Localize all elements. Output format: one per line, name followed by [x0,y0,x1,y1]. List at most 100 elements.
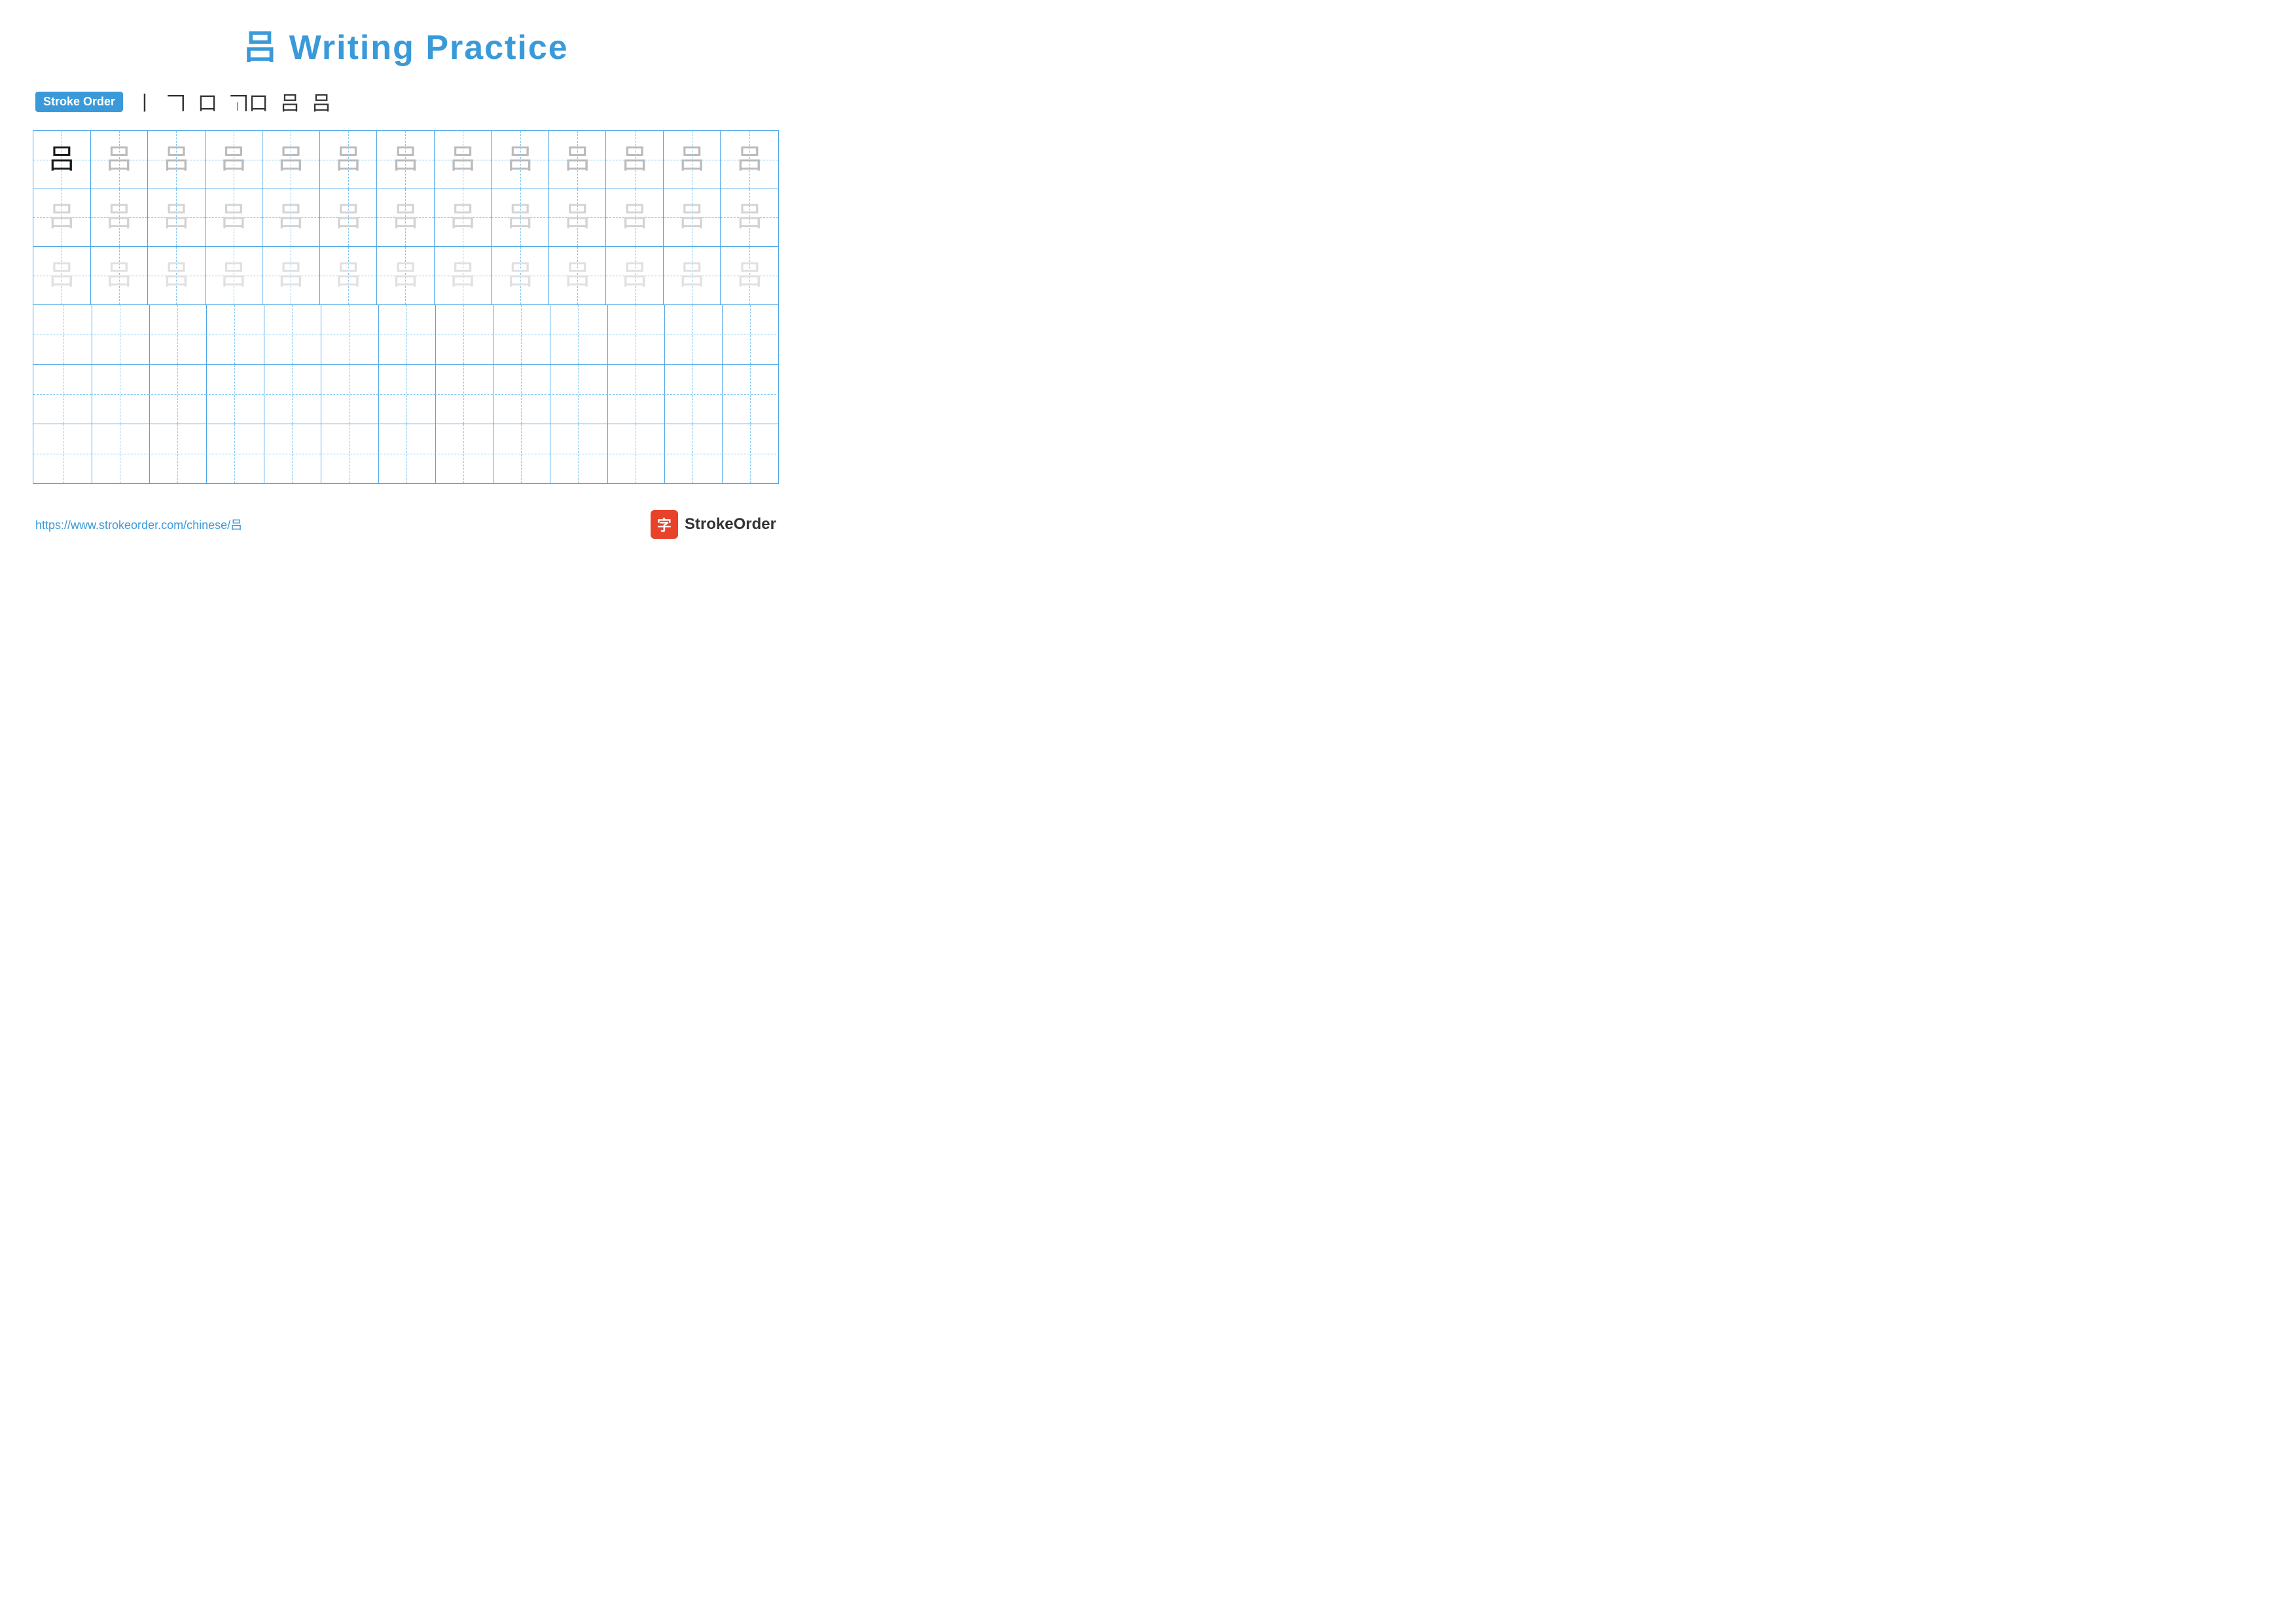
grid-cell-2-8[interactable]: 吕 [435,189,492,247]
grid-cell-3-2[interactable]: 吕 [91,247,149,304]
grid-cell-3-9[interactable]: 吕 [492,247,549,304]
grid-cell-6-5[interactable] [262,424,321,483]
grid-cell-1-2[interactable]: 吕 [91,131,149,189]
grid-cell-6-2[interactable] [91,424,150,483]
grid-cell-3-3[interactable]: 吕 [148,247,206,304]
grid-cell-5-3[interactable] [148,365,207,424]
grid-cell-2-3[interactable]: 吕 [148,189,206,247]
char-black: 吕 [48,146,75,173]
grid-cell-2-12[interactable]: 吕 [664,189,721,247]
grid-cell-4-1[interactable] [33,305,92,364]
stroke-step-3: 口 [198,87,217,116]
grid-cell-1-10[interactable]: 吕 [549,131,607,189]
grid-cell-2-7[interactable]: 吕 [377,189,435,247]
grid-cell-1-12[interactable]: 吕 [664,131,721,189]
grid-cell-6-6[interactable] [320,424,379,483]
grid-cell-6-13[interactable] [721,424,780,483]
grid-cell-5-5[interactable] [262,365,321,424]
grid-cell-3-1[interactable]: 吕 [33,247,91,304]
grid-cell-3-8[interactable]: 吕 [435,247,492,304]
grid-cell-3-10[interactable]: 吕 [549,247,607,304]
grid-cell-5-2[interactable] [91,365,150,424]
grid-cell-3-7[interactable]: 吕 [377,247,435,304]
grid-cell-3-4[interactable]: 吕 [206,247,263,304]
grid-cell-5-7[interactable] [377,365,436,424]
title-area: 吕 Writing Practice [33,20,779,69]
grid-cell-4-12[interactable] [664,305,723,364]
grid-cell-1-7[interactable]: 吕 [377,131,435,189]
practice-grid: 吕 吕 吕 吕 吕 吕 吕 吕 吕 吕 吕 吕 [33,130,779,484]
grid-row-4 [33,305,778,365]
grid-cell-5-6[interactable] [320,365,379,424]
title-char: 吕 [243,29,278,67]
stroke-step-6: 吕 [312,87,331,116]
grid-cell-4-5[interactable] [262,305,321,364]
grid-row-6 [33,424,778,483]
grid-cell-2-13[interactable]: 吕 [721,189,778,247]
stroke-step-1: 丨 [135,87,154,116]
grid-cell-6-11[interactable] [606,424,665,483]
grid-cell-1-1[interactable]: 吕 [33,131,91,189]
grid-cell-4-11[interactable] [606,305,665,364]
char-guide: 吕 [105,146,133,173]
title-text: Writing Practice [289,29,569,67]
footer-logo: 字 StrokeOrder [651,510,776,539]
grid-cell-4-13[interactable] [721,305,780,364]
grid-cell-2-5[interactable]: 吕 [262,189,320,247]
grid-cell-6-1[interactable] [33,424,92,483]
grid-cell-6-10[interactable] [549,424,608,483]
grid-cell-6-9[interactable] [492,424,550,483]
grid-cell-5-13[interactable] [721,365,780,424]
grid-cell-4-8[interactable] [435,305,493,364]
grid-cell-2-11[interactable]: 吕 [606,189,664,247]
grid-cell-3-6[interactable]: 吕 [320,247,378,304]
grid-cell-4-3[interactable] [148,305,207,364]
footer-url[interactable]: https://www.strokeorder.com/chinese/吕 [35,516,242,533]
grid-cell-4-9[interactable] [492,305,550,364]
grid-cell-3-12[interactable]: 吕 [664,247,721,304]
grid-cell-2-9[interactable]: 吕 [492,189,549,247]
grid-cell-2-2[interactable]: 吕 [91,189,149,247]
grid-cell-5-8[interactable] [435,365,493,424]
grid-cell-1-9[interactable]: 吕 [492,131,549,189]
grid-cell-4-6[interactable] [320,305,379,364]
grid-cell-1-5[interactable]: 吕 [262,131,320,189]
grid-cell-5-11[interactable] [606,365,665,424]
grid-row-5 [33,365,778,424]
grid-cell-1-6[interactable]: 吕 [320,131,378,189]
grid-cell-5-4[interactable] [206,365,264,424]
grid-cell-4-2[interactable] [91,305,150,364]
grid-cell-4-10[interactable] [549,305,608,364]
grid-cell-1-13[interactable]: 吕 [721,131,778,189]
grid-row-3: 吕 吕 吕 吕 吕 吕 吕 吕 吕 吕 吕 吕 [33,247,778,305]
grid-cell-5-9[interactable] [492,365,550,424]
grid-cell-2-6[interactable]: 吕 [320,189,378,247]
grid-cell-1-4[interactable]: 吕 [206,131,263,189]
grid-cell-2-10[interactable]: 吕 [549,189,607,247]
grid-cell-1-8[interactable]: 吕 [435,131,492,189]
stroke-order-badge: Stroke Order [35,92,123,112]
stroke-order-row: Stroke Order 丨 𠃍 口 𠃍口丨 吕 吕 [33,87,779,116]
grid-cell-5-12[interactable] [664,365,723,424]
stroke-step-5: 吕 [280,87,300,116]
grid-cell-4-7[interactable] [377,305,436,364]
grid-cell-6-4[interactable] [206,424,264,483]
grid-cell-2-4[interactable]: 吕 [206,189,263,247]
grid-cell-6-3[interactable] [148,424,207,483]
grid-row-2: 吕 吕 吕 吕 吕 吕 吕 吕 吕 吕 吕 吕 [33,189,778,247]
grid-cell-1-3[interactable]: 吕 [148,131,206,189]
grid-cell-6-12[interactable] [664,424,723,483]
grid-cell-5-10[interactable] [549,365,608,424]
grid-row-1: 吕 吕 吕 吕 吕 吕 吕 吕 吕 吕 吕 吕 [33,131,778,189]
grid-cell-6-7[interactable] [377,424,436,483]
grid-cell-2-1[interactable]: 吕 [33,189,91,247]
grid-cell-1-11[interactable]: 吕 [606,131,664,189]
grid-cell-3-11[interactable]: 吕 [606,247,664,304]
grid-cell-3-5[interactable]: 吕 [262,247,320,304]
footer: https://www.strokeorder.com/chinese/吕 字 … [33,510,779,539]
grid-cell-3-13[interactable]: 吕 [721,247,778,304]
grid-cell-4-4[interactable] [206,305,264,364]
grid-cell-5-1[interactable] [33,365,92,424]
grid-cell-6-8[interactable] [435,424,493,483]
strokeorder-icon: 字 [651,510,678,539]
